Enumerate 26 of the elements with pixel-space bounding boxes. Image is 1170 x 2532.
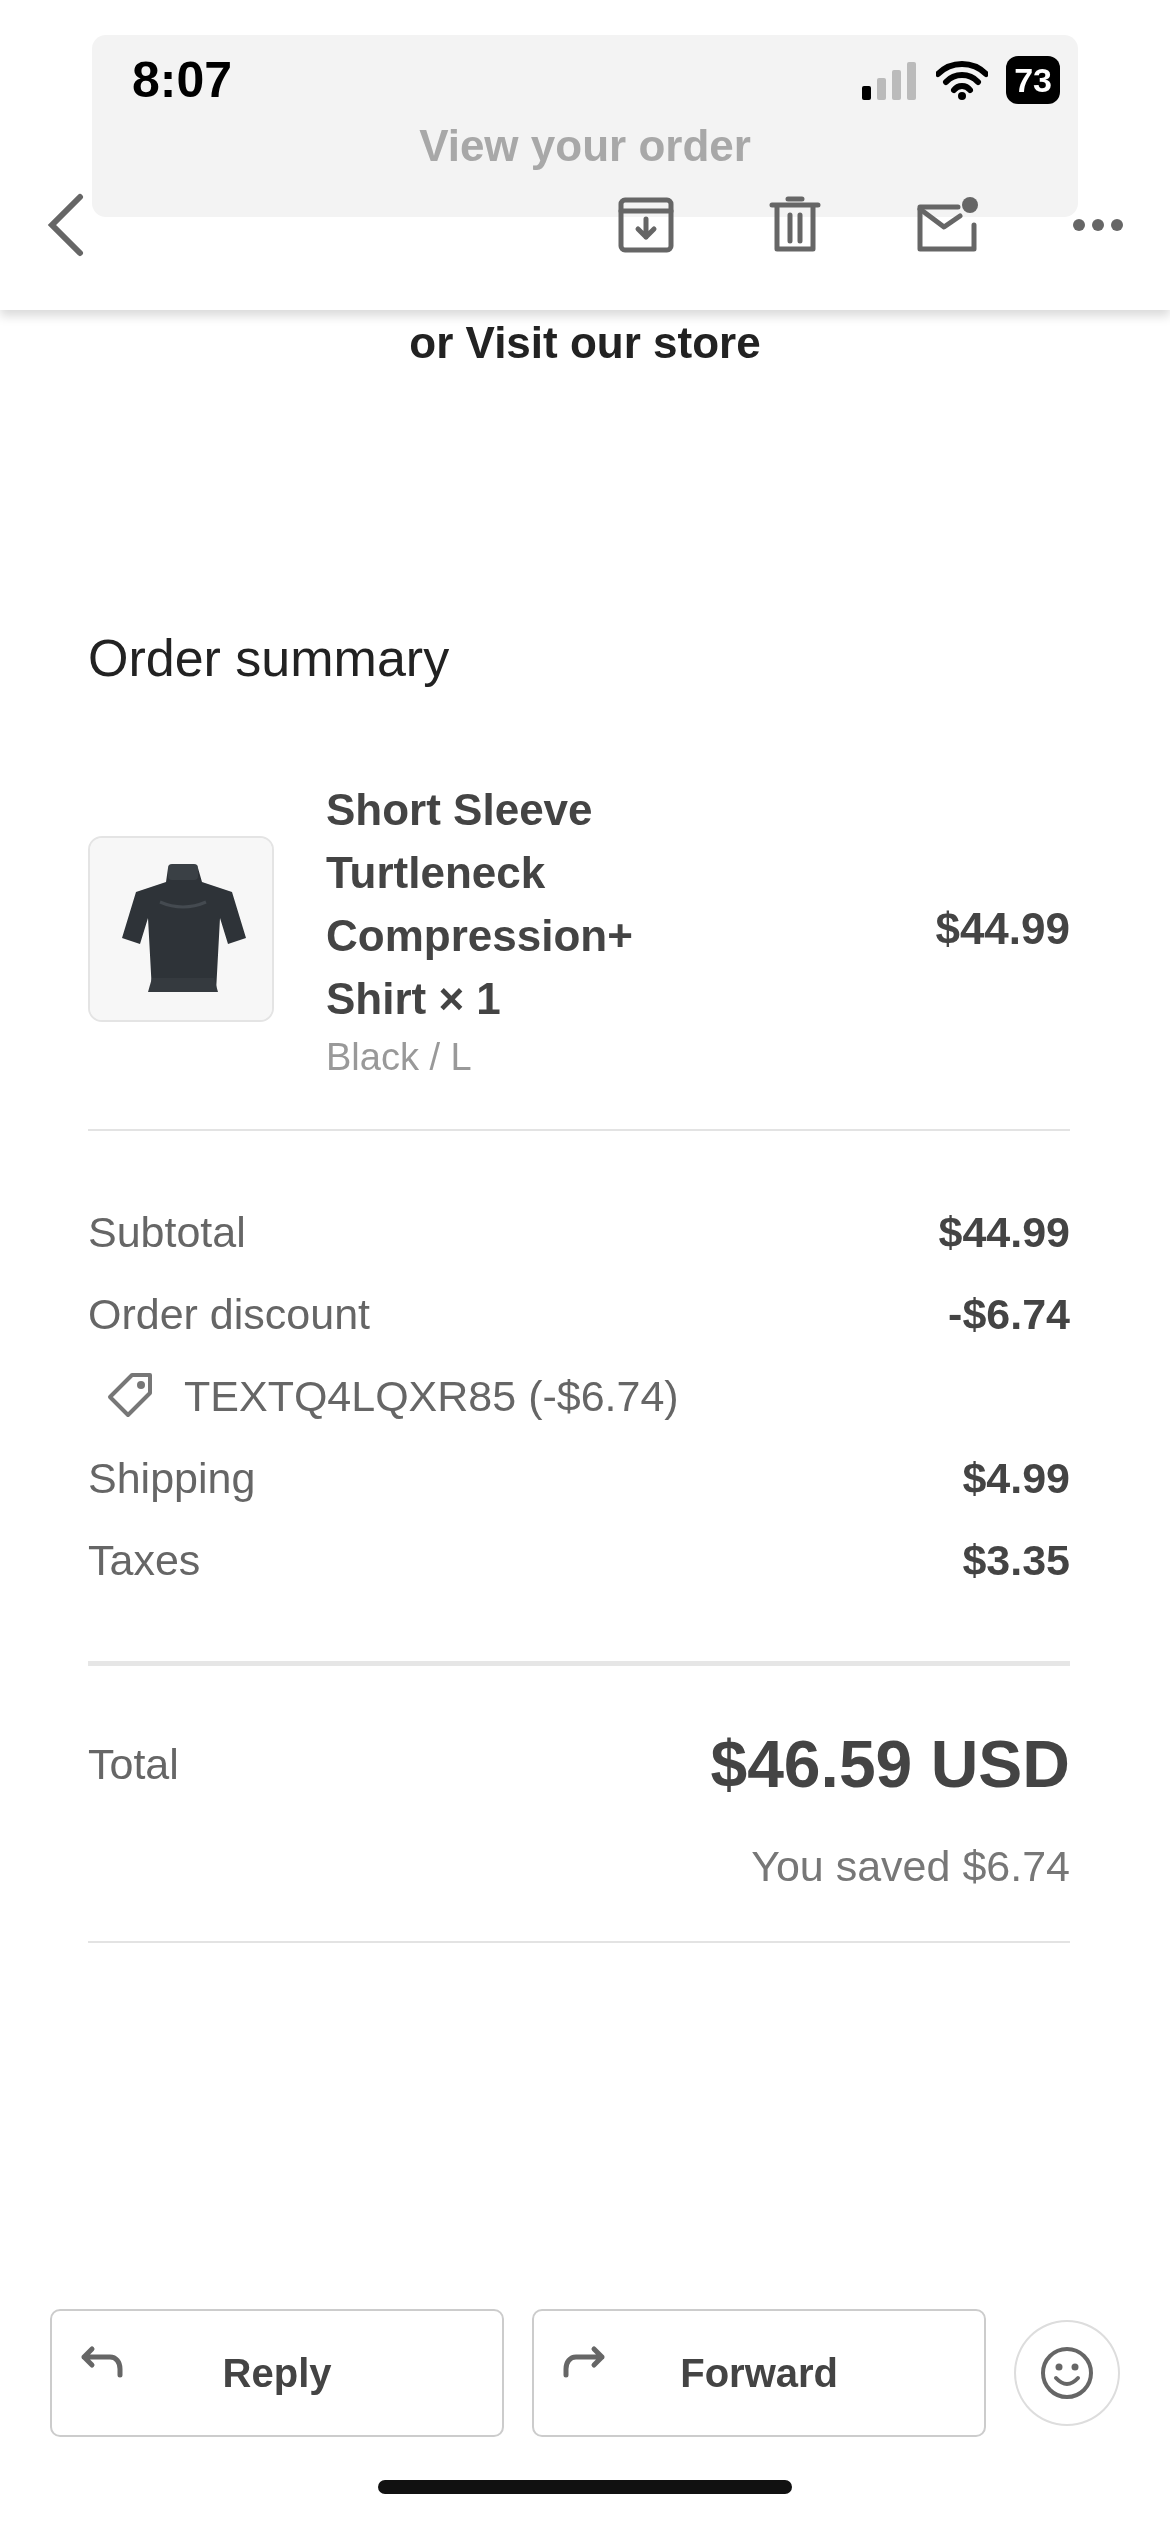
product-price: $44.99 (935, 903, 1070, 954)
wifi-icon (936, 60, 989, 100)
summary-value: $44.99 (938, 1207, 1070, 1257)
status-time: 8:07 (132, 51, 233, 109)
smiley-icon (1039, 2345, 1096, 2401)
savings-text: You saved $6.74 (751, 1842, 1070, 1891)
total-label: Total (88, 1739, 179, 1789)
section-title: Order summary (88, 628, 451, 688)
battery-level: 73 (1006, 56, 1060, 104)
summary-label: Taxes (88, 1535, 201, 1585)
product-variant: Black / L (326, 1036, 473, 1079)
forward-icon (562, 2345, 607, 2379)
store-link[interactable]: or Visit our store (0, 310, 1170, 368)
summary-label: Order discount (88, 1289, 371, 1339)
signal-icon (862, 60, 919, 100)
summary-value: -$6.74 (948, 1289, 1070, 1339)
summary-label: Subtotal (88, 1207, 246, 1257)
reply-icon (80, 2345, 124, 2379)
product-name: Short Sleeve Turtleneck Compression+ Shirt × 1 (326, 784, 634, 1025)
forward-button[interactable]: Forward (532, 2309, 987, 2437)
discount-code: TEXTQ4LQXR85 (-$6.74) (184, 1371, 679, 1421)
summary-value: $4.99 (962, 1453, 1070, 1503)
reply-button[interactable]: Reply (50, 2309, 505, 2437)
summary-label: Shipping (88, 1453, 256, 1503)
total-value: $46.59 USD (710, 1726, 1070, 1802)
summary-value: $3.35 (962, 1535, 1070, 1585)
